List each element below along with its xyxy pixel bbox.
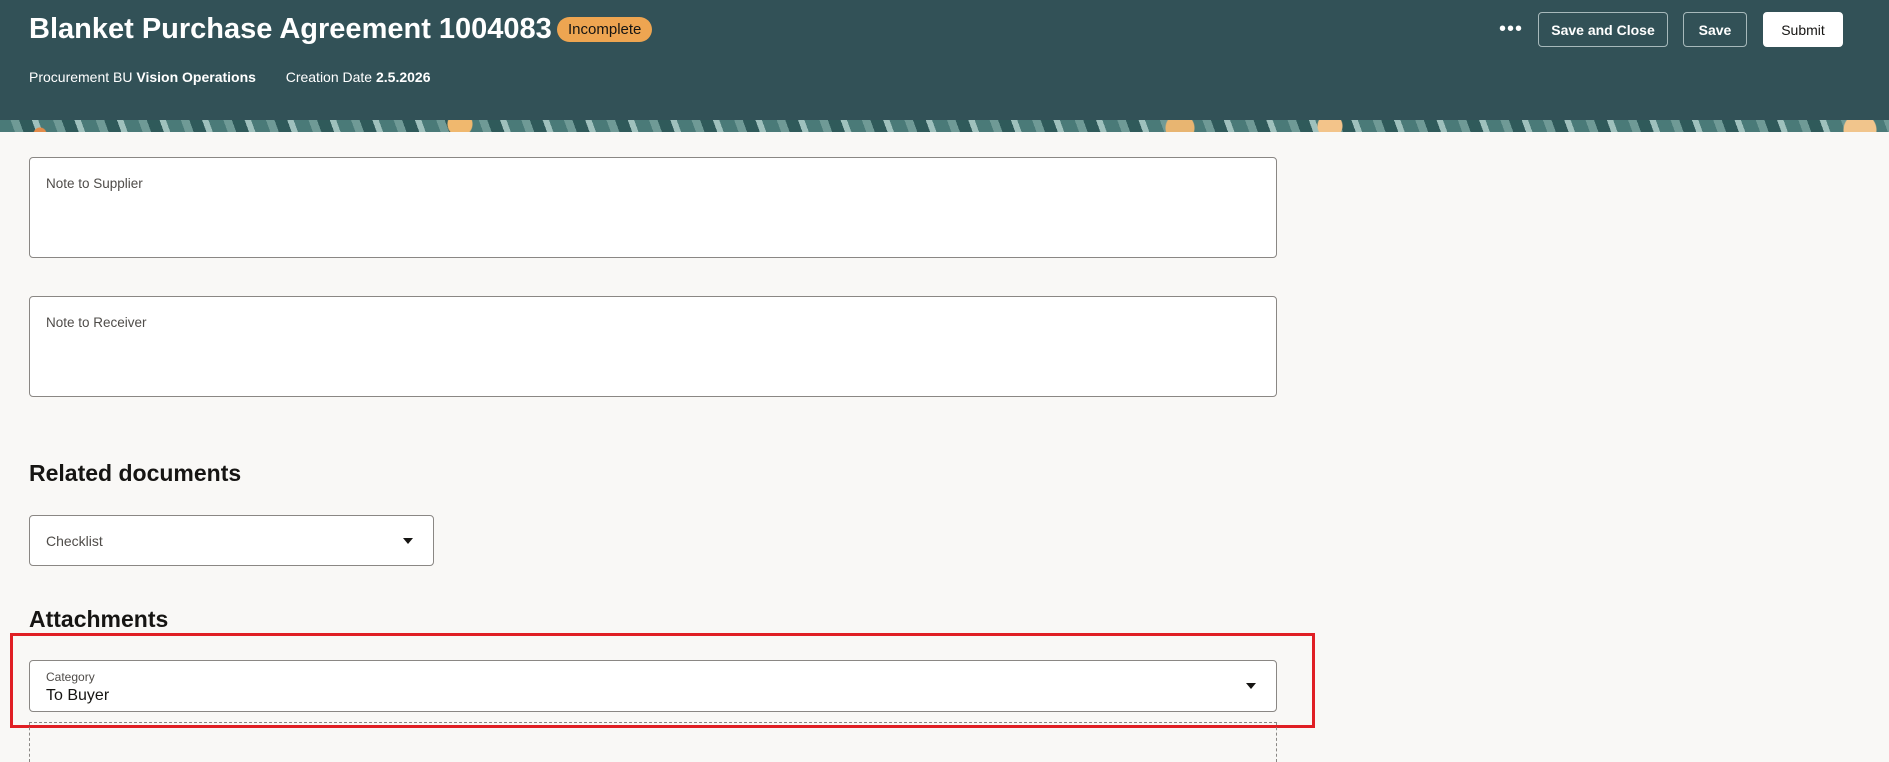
- procurement-bu-value: Vision Operations: [136, 69, 256, 85]
- attachment-category-select[interactable]: Category To Buyer: [29, 660, 1277, 712]
- related-documents-heading: Related documents: [29, 460, 242, 486]
- note-to-supplier-field[interactable]: Note to Supplier: [29, 157, 1277, 258]
- attachments-heading: Attachments: [29, 606, 169, 632]
- chevron-down-icon: [1246, 683, 1256, 689]
- save-button[interactable]: Save: [1683, 12, 1747, 47]
- status-badge: Incomplete: [557, 17, 653, 42]
- creation-date-label: Creation Date: [285, 69, 373, 85]
- creation-date-value: 2.5.2026: [375, 69, 431, 85]
- category-label: Category: [46, 670, 95, 684]
- page-title: Blanket Purchase Agreement 1004083: [29, 13, 552, 45]
- more-actions-icon[interactable]: •••: [1499, 18, 1523, 41]
- note-to-receiver-label: Note to Receiver: [46, 315, 147, 330]
- related-documents-select[interactable]: Checklist: [29, 515, 434, 566]
- procurement-bu-label: Procurement BU: [29, 69, 133, 85]
- decorative-banner: [0, 120, 1889, 132]
- attachment-drop-zone[interactable]: [29, 722, 1277, 762]
- chevron-down-icon: [403, 537, 413, 544]
- note-to-supplier-label: Note to Supplier: [46, 176, 143, 191]
- save-and-close-button[interactable]: Save and Close: [1538, 12, 1668, 47]
- related-documents-select-value: Checklist: [46, 533, 103, 549]
- submit-button[interactable]: Submit: [1763, 12, 1843, 47]
- header-meta: Procurement BU Vision Operations Creatio…: [29, 69, 430, 85]
- category-value: To Buyer: [46, 687, 110, 704]
- note-to-receiver-field[interactable]: Note to Receiver: [29, 296, 1277, 397]
- page-header: Blanket Purchase Agreement 1004083 Incom…: [0, 0, 1889, 120]
